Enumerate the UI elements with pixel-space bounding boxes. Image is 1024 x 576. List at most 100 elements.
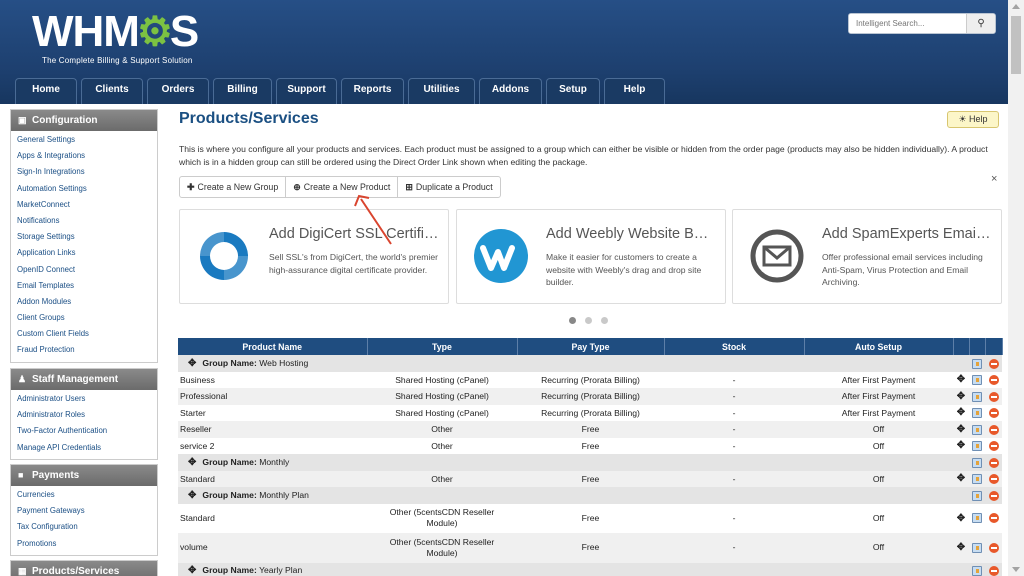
nav-tab-support[interactable]: Support	[276, 78, 337, 104]
search-button[interactable]: ⚲	[966, 14, 995, 33]
move-icon[interactable]: ✥	[957, 542, 965, 553]
edit-icon[interactable]	[972, 358, 982, 369]
sidebar-item-fraud-protection[interactable]: Fraud Protection	[11, 342, 157, 358]
product-name[interactable]: Professional	[178, 388, 367, 405]
move-icon[interactable]: ✥	[957, 391, 965, 402]
sidebar-item-openid-connect[interactable]: OpenID Connect	[11, 262, 157, 278]
product-name[interactable]: Business	[178, 371, 367, 388]
nav-tab-reports[interactable]: Reports	[341, 78, 404, 104]
sidebar-item-custom-client-fields[interactable]: Custom Client Fields	[11, 326, 157, 342]
move-icon[interactable]: ✥	[957, 424, 965, 435]
promo-card-spamexperts[interactable]: Add SpamExperts Email Security Offer pro…	[732, 209, 1002, 304]
column-header-product-name[interactable]: Product Name	[178, 338, 368, 355]
sidebar-item-administrator-users[interactable]: Administrator Users	[11, 391, 157, 407]
carousel-dot[interactable]	[585, 317, 592, 324]
scroll-down-icon[interactable]	[1012, 567, 1020, 572]
sidebar-item-tax-configuration[interactable]: Tax Configuration	[11, 519, 157, 535]
product-name[interactable]: Standard	[178, 470, 367, 487]
edit-icon[interactable]	[972, 408, 982, 419]
sidebar-item-notifications[interactable]: Notifications	[11, 213, 157, 229]
close-icon[interactable]: ×	[991, 173, 997, 185]
move-icon[interactable]: ✥	[957, 407, 965, 418]
delete-icon[interactable]	[988, 391, 999, 402]
sidebar-item-addon-modules[interactable]: Addon Modules	[11, 294, 157, 310]
move-icon[interactable]: ✥	[957, 440, 965, 451]
search-input[interactable]	[849, 14, 967, 33]
sidebar-item-client-groups[interactable]: Client Groups	[11, 310, 157, 326]
delete-icon[interactable]	[988, 490, 999, 501]
move-icon[interactable]: ✥	[188, 565, 196, 576]
edit-icon[interactable]	[972, 566, 982, 576]
promo-card-digicert[interactable]: Add DigiCert SSL Certificates Sell SSL's…	[179, 209, 449, 304]
sidebar-item-application-links[interactable]: Application Links	[11, 245, 157, 261]
sidebar-item-currencies[interactable]: Currencies	[11, 487, 157, 503]
edit-icon[interactable]	[972, 375, 982, 386]
nav-tab-utilities[interactable]: Utilities	[408, 78, 475, 104]
carousel-dot[interactable]	[601, 317, 608, 324]
sidebar-item-storage-settings[interactable]: Storage Settings	[11, 229, 157, 245]
edit-icon[interactable]	[972, 424, 982, 435]
delete-icon[interactable]	[988, 474, 999, 485]
delete-icon[interactable]	[988, 375, 999, 386]
column-header-stock[interactable]: Stock	[664, 338, 805, 355]
sidebar-item-manage-api-credentials[interactable]: Manage API Credentials	[11, 440, 157, 456]
edit-icon[interactable]	[972, 474, 982, 485]
sidebar-item-promotions[interactable]: Promotions	[11, 536, 157, 552]
create-product-button[interactable]: ⊕ Create a New Product	[285, 176, 399, 198]
scrollbar-thumb[interactable]	[1011, 16, 1021, 74]
nav-tab-setup[interactable]: Setup	[546, 78, 600, 104]
delete-icon[interactable]	[988, 566, 999, 576]
move-icon[interactable]: ✥	[188, 457, 196, 468]
help-button[interactable]: ☀ Help	[947, 111, 999, 128]
nav-tab-billing[interactable]: Billing	[213, 78, 272, 104]
sidebar-item-marketconnect[interactable]: MarketConnect	[11, 197, 157, 213]
delete-icon[interactable]	[988, 513, 999, 524]
product-name[interactable]: Reseller	[178, 421, 367, 438]
sidebar-item-administrator-roles[interactable]: Administrator Roles	[11, 407, 157, 423]
move-icon[interactable]: ✥	[957, 374, 965, 385]
sidebar-item-sign-in-integrations[interactable]: Sign-In Integrations	[11, 164, 157, 180]
duplicate-product-button[interactable]: ⊞ Duplicate a Product	[397, 176, 501, 198]
sidebar-item-payment-gateways[interactable]: Payment Gateways	[11, 503, 157, 519]
sidebar-item-two-factor-authentication[interactable]: Two-Factor Authentication	[11, 423, 157, 439]
nav-tab-help[interactable]: Help	[604, 78, 665, 104]
column-header-type[interactable]: Type	[367, 338, 518, 355]
product-name[interactable]: Standard	[178, 503, 367, 533]
sidebar-item-apps-integrations[interactable]: Apps & Integrations	[11, 148, 157, 164]
move-icon[interactable]: ✥	[957, 513, 965, 524]
nav-tab-orders[interactable]: Orders	[147, 78, 209, 104]
delete-icon[interactable]	[988, 424, 999, 435]
edit-icon[interactable]	[972, 457, 982, 468]
column-header-auto-setup[interactable]: Auto Setup	[804, 338, 954, 355]
nav-tab-addons[interactable]: Addons	[479, 78, 542, 104]
edit-icon[interactable]	[972, 391, 982, 402]
nav-tab-clients[interactable]: Clients	[81, 78, 143, 104]
whmcs-logo[interactable]: WHM⚙S	[32, 10, 199, 55]
sidebar-item-email-templates[interactable]: Email Templates	[11, 278, 157, 294]
carousel-dot[interactable]	[569, 317, 576, 324]
delete-icon[interactable]	[988, 358, 999, 369]
sidebar-item-automation-settings[interactable]: Automation Settings	[11, 181, 157, 197]
auto-setup: After First Payment	[804, 404, 953, 421]
product-name[interactable]: Starter	[178, 404, 367, 421]
move-icon[interactable]: ✥	[188, 358, 196, 369]
edit-icon[interactable]	[972, 513, 982, 524]
scroll-up-icon[interactable]	[1012, 4, 1020, 9]
move-icon[interactable]: ✥	[957, 473, 965, 484]
delete-icon[interactable]	[988, 408, 999, 419]
create-group-button[interactable]: ✚ Create a New Group	[179, 176, 287, 198]
sidebar-item-general-settings[interactable]: General Settings	[11, 132, 157, 148]
promo-card-weebly[interactable]: Add Weebly Website Builder Make it easie…	[456, 209, 726, 304]
move-icon[interactable]: ✥	[188, 490, 196, 501]
edit-icon[interactable]	[972, 441, 982, 452]
delete-icon[interactable]	[988, 441, 999, 452]
page-scrollbar[interactable]	[1008, 0, 1024, 576]
product-name[interactable]: volume	[178, 533, 367, 563]
nav-tab-home[interactable]: Home	[15, 78, 77, 104]
column-header-pay-type[interactable]: Pay Type	[517, 338, 665, 355]
product-name[interactable]: service 2	[178, 437, 367, 454]
delete-icon[interactable]	[988, 542, 999, 553]
edit-icon[interactable]	[972, 542, 982, 553]
delete-icon[interactable]	[988, 457, 999, 468]
edit-icon[interactable]	[972, 490, 982, 501]
